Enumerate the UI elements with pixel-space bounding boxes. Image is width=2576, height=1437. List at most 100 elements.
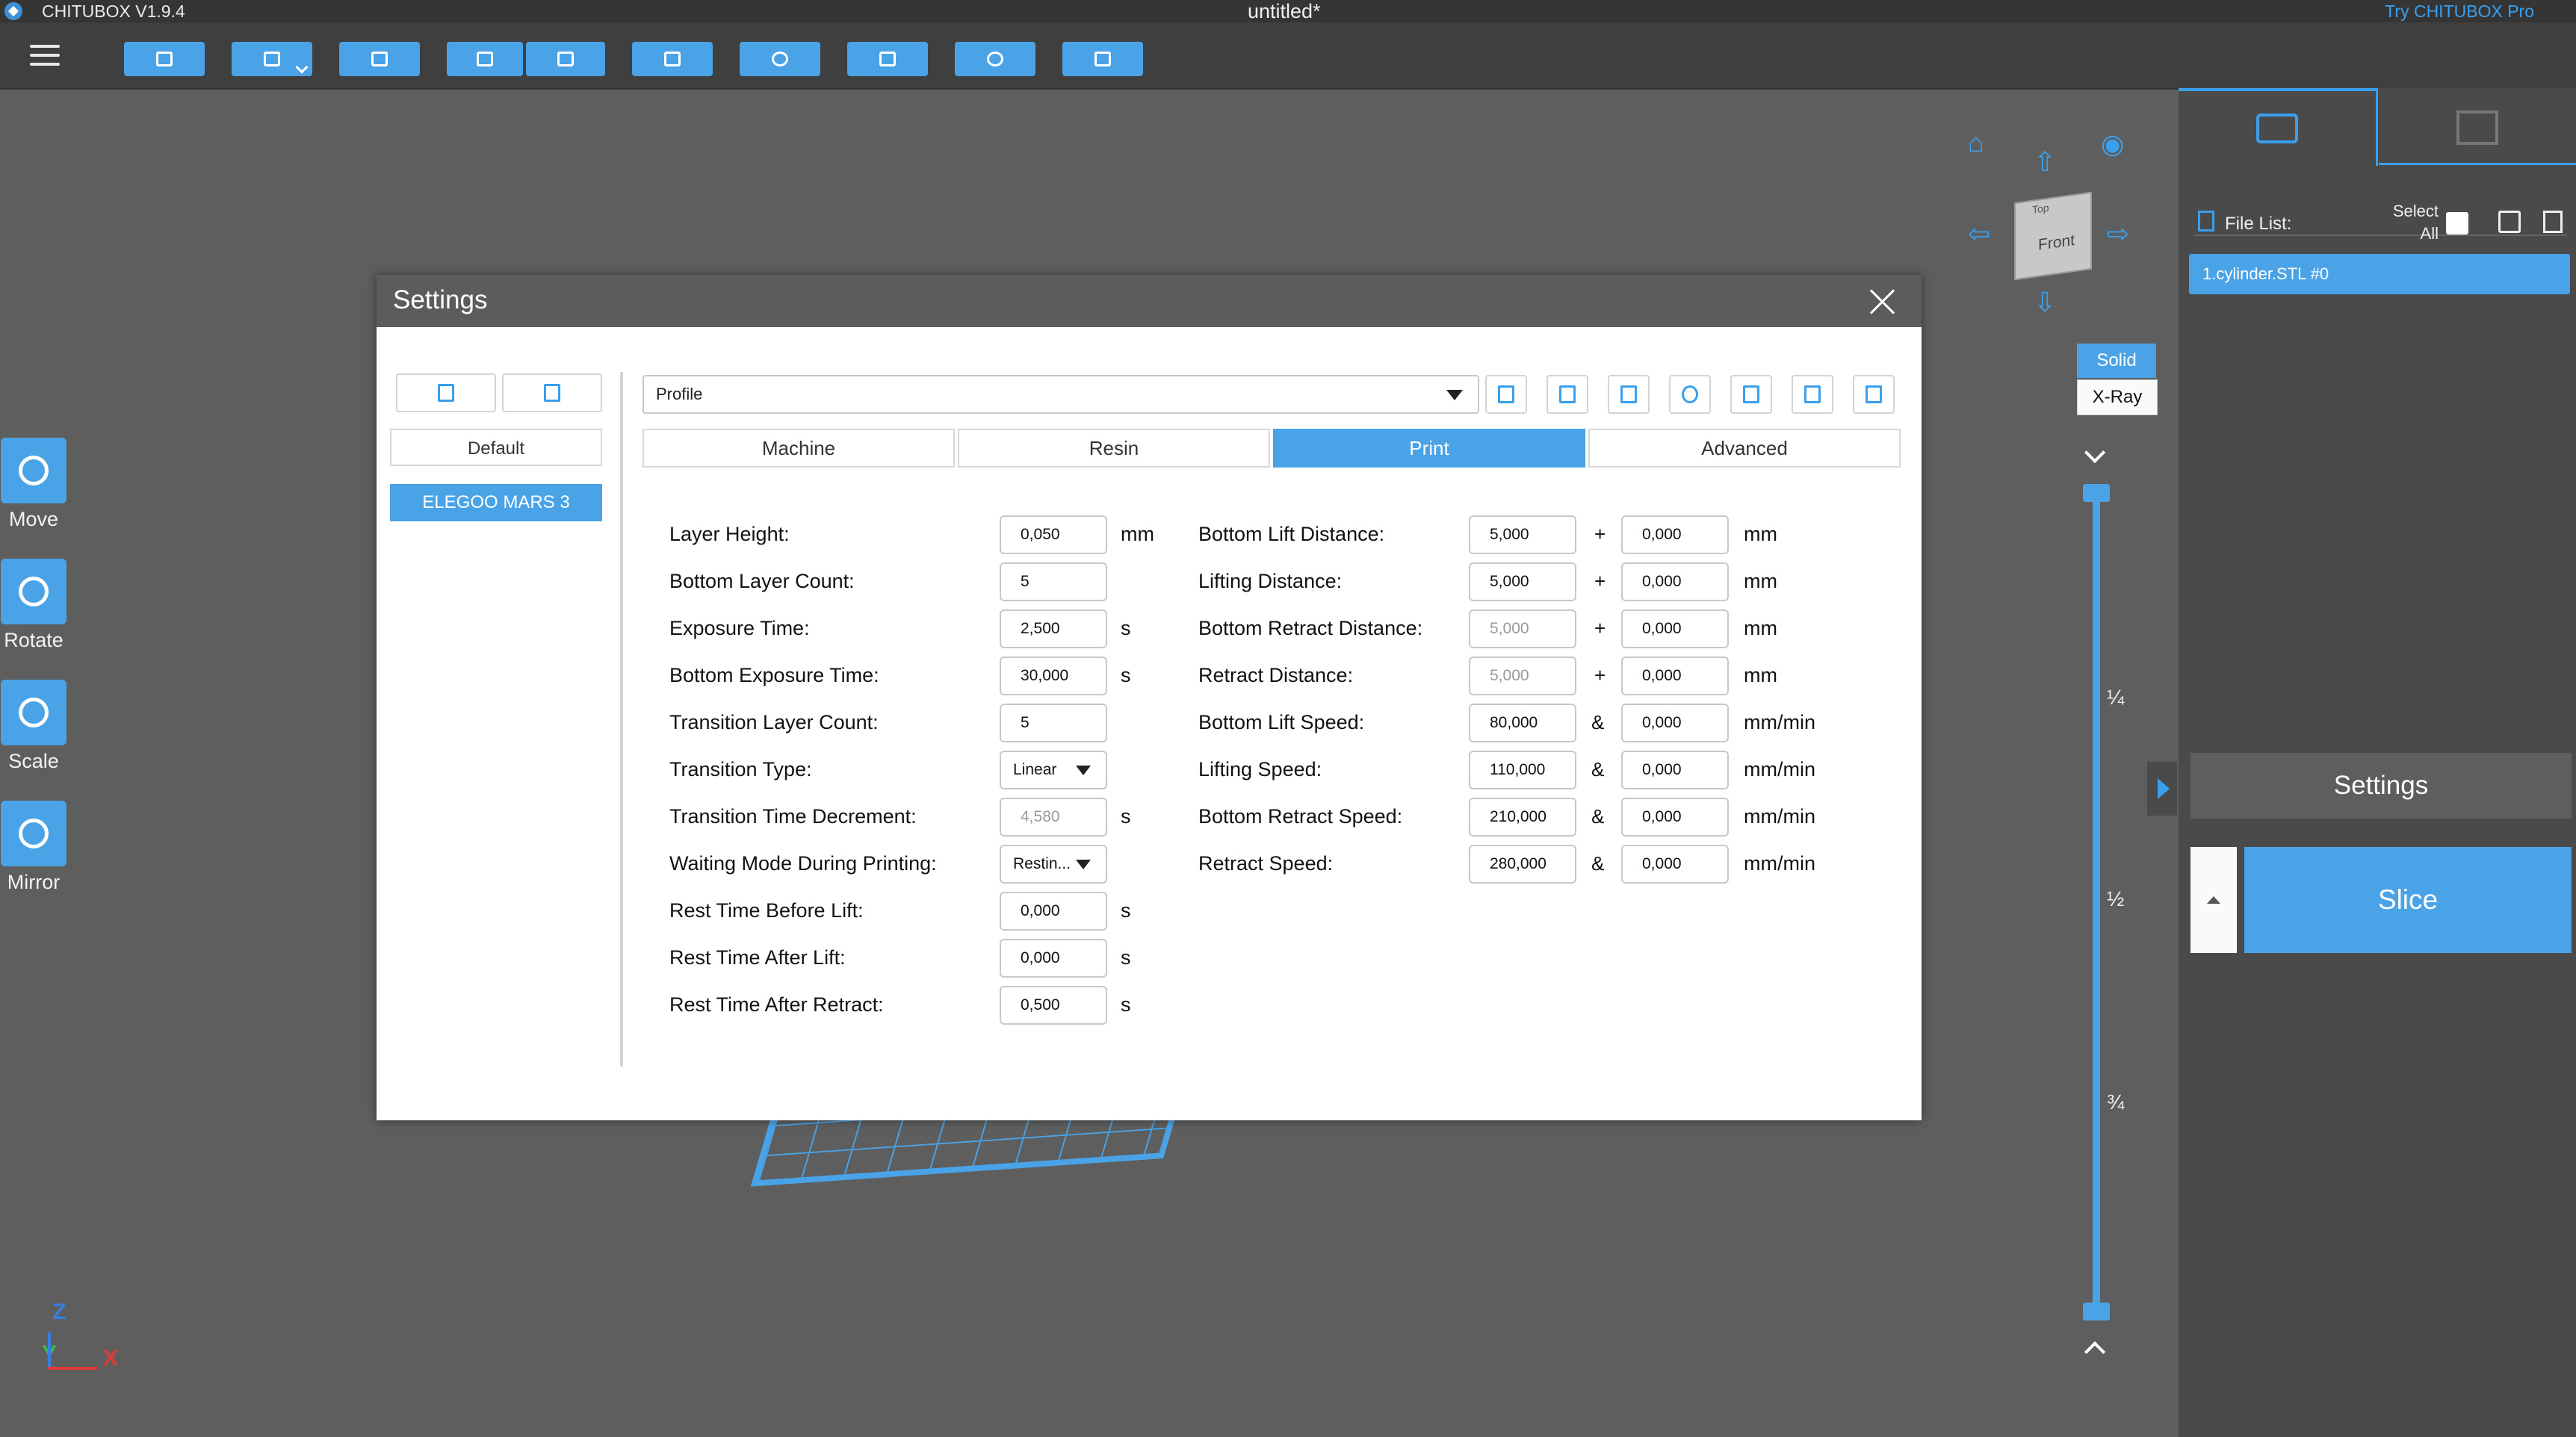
waiting-mode-select[interactable]: Restin...	[1000, 845, 1107, 884]
reset-profile-button[interactable]	[1669, 375, 1711, 414]
home-view-icon[interactable]: ⌂	[1968, 127, 1984, 158]
bottom-lift-speed-label: Bottom Lift Speed:	[1198, 711, 1365, 733]
tab-machine[interactable]: Machine	[643, 429, 955, 468]
panel-toggle-arrow-icon[interactable]	[2147, 762, 2177, 816]
undo-button[interactable]	[447, 42, 523, 76]
view-down-arrow-icon[interactable]: ⇩	[2034, 287, 2056, 318]
scale-tool[interactable]: Scale	[0, 680, 67, 773]
lifting-distance-extra-input[interactable]: 0,000	[1621, 562, 1729, 601]
bottom-exposure-time-label: Bottom Exposure Time:	[669, 664, 879, 686]
move-tool[interactable]: Move	[0, 438, 67, 531]
lifting-distance-input[interactable]: 5,000	[1469, 562, 1576, 601]
xray-mode-button[interactable]: X-Ray	[2077, 379, 2158, 415]
bottom-lift-speed-op: &	[1591, 711, 1605, 733]
import-profile-button[interactable]	[1730, 375, 1772, 414]
rest-time-after-lift-input[interactable]: 0,000	[1000, 939, 1107, 978]
tab-platform[interactable]	[2379, 88, 2576, 165]
tab-print-settings[interactable]	[2179, 88, 2378, 166]
view-cube[interactable]: Top Front	[2014, 191, 2092, 281]
file-list-item[interactable]: 1.cylinder.STL #0	[2189, 254, 2570, 294]
tab-advanced[interactable]: Advanced	[1588, 429, 1901, 468]
bottom-retract-distance-input: 5,000	[1469, 609, 1576, 648]
bottom-lift-distance-extra-input[interactable]: 0,000	[1621, 515, 1729, 554]
retract-distance-unit: mm	[1744, 664, 1777, 686]
profile-item-default[interactable]: Default	[390, 429, 602, 466]
bottom-retract-speed-label: Bottom Retract Speed:	[1198, 805, 1403, 828]
bottom-retract-speed-input[interactable]: 210,000	[1469, 798, 1576, 837]
rotate-tool[interactable]: Rotate	[0, 559, 67, 652]
rename-profile-button[interactable]	[1546, 375, 1588, 414]
select-all-checkbox[interactable]	[2446, 212, 2468, 235]
rest-time-after-retract-label: Rest Time After Retract:	[669, 993, 884, 1016]
hamburger-menu-icon[interactable]	[30, 45, 60, 70]
supports-button[interactable]	[740, 42, 820, 76]
toolbar	[0, 22, 2576, 90]
log-icon	[664, 52, 681, 66]
lifting-speed-label: Lifting Speed:	[1198, 758, 1322, 780]
bottom-retract-distance-extra-input[interactable]: 0,000	[1621, 609, 1729, 648]
view-up-arrow-icon[interactable]: ⇧	[2034, 146, 2056, 178]
slice-options-button[interactable]	[2190, 847, 2237, 953]
save-button[interactable]	[232, 42, 312, 76]
rest-time-after-retract-input[interactable]: 0,500	[1000, 986, 1107, 1025]
share-profile-button[interactable]	[1853, 375, 1895, 414]
trash-icon[interactable]	[2543, 211, 2563, 233]
bottom-lift-speed-extra-input[interactable]: 0,000	[1621, 704, 1729, 742]
lifting-speed-input[interactable]: 110,000	[1469, 751, 1576, 789]
transition-type-select[interactable]: Linear	[1000, 751, 1107, 789]
delete-profile-button[interactable]	[502, 373, 602, 412]
retract-speed-extra-input[interactable]: 0,000	[1621, 845, 1729, 884]
retract-speed-input[interactable]: 280,000	[1469, 845, 1576, 884]
bottom-lift-distance-label: Bottom Lift Distance:	[1198, 523, 1385, 545]
bottom-exposure-time-input[interactable]: 30,000	[1000, 657, 1107, 695]
view-right-arrow-icon[interactable]: ⇨	[2107, 218, 2129, 249]
layer-slider-track[interactable]	[2093, 485, 2100, 1315]
chevron-up-icon[interactable]	[2084, 1341, 2106, 1363]
rest-time-before-lift-input[interactable]: 0,000	[1000, 892, 1107, 931]
bottom-retract-speed-op: &	[1591, 805, 1605, 828]
edit-icon[interactable]	[2498, 211, 2521, 233]
redo-button[interactable]	[526, 42, 605, 76]
bottom-lift-distance-input[interactable]: 5,000	[1469, 515, 1576, 554]
chevron-down-icon[interactable]	[2084, 441, 2106, 464]
redo-icon	[557, 52, 574, 66]
transition-layer-count-input[interactable]: 5	[1000, 704, 1107, 742]
file-list-label: File List:	[2225, 214, 2292, 234]
new-profile-button[interactable]	[396, 373, 496, 412]
mirror-tool[interactable]: Mirror	[0, 801, 67, 894]
divider	[620, 372, 623, 1067]
app-name: CHITUBOX V1.9.4	[42, 1, 185, 21]
hollow-button[interactable]	[847, 42, 928, 76]
slice-button[interactable]: Slice	[2244, 847, 2572, 953]
export-profile-button[interactable]	[1792, 375, 1833, 414]
add-profile-button[interactable]	[1485, 375, 1527, 414]
drill-button[interactable]	[955, 42, 1035, 76]
exposure-time-input[interactable]: 2,500	[1000, 609, 1107, 648]
solid-mode-button[interactable]: Solid	[2077, 344, 2156, 378]
profile-item-elegoo-mars-3[interactable]: ELEGOO MARS 3	[390, 484, 602, 521]
print-button[interactable]	[1062, 42, 1143, 76]
bottom-layer-count-label: Bottom Layer Count:	[669, 570, 855, 592]
view-left-arrow-icon[interactable]: ⇦	[1968, 218, 1990, 249]
close-icon[interactable]	[1866, 285, 1899, 318]
trash-icon	[1620, 385, 1637, 403]
tab-print[interactable]: Print	[1273, 429, 1585, 468]
layer-height-input[interactable]: 0,050	[1000, 515, 1107, 554]
profile-dropdown[interactable]: Profile	[643, 375, 1479, 414]
lifting-speed-extra-input[interactable]: 0,000	[1621, 751, 1729, 789]
retract-distance-extra-input[interactable]: 0,000	[1621, 657, 1729, 695]
delete-profile-icon-button[interactable]	[1608, 375, 1650, 414]
settings-button[interactable]: Settings	[2190, 753, 2572, 819]
axis-z-line	[48, 1332, 51, 1370]
log-button[interactable]	[632, 42, 713, 76]
try-pro-link[interactable]: Try CHITUBOX Pro	[2385, 1, 2534, 22]
eye-icon[interactable]: ◉	[2101, 128, 2124, 160]
tab-resin[interactable]: Resin	[958, 429, 1270, 468]
open-file-button[interactable]	[124, 42, 205, 76]
view-cube-front-label: Front	[2038, 231, 2075, 254]
bottom-retract-speed-extra-input[interactable]: 0,000	[1621, 798, 1729, 837]
auto-layout-button[interactable]	[339, 42, 420, 76]
bottom-lift-speed-input[interactable]: 80,000	[1469, 704, 1576, 742]
bottom-layer-count-input[interactable]: 5	[1000, 562, 1107, 601]
slider-bottom-handle[interactable]	[2083, 1303, 2110, 1320]
